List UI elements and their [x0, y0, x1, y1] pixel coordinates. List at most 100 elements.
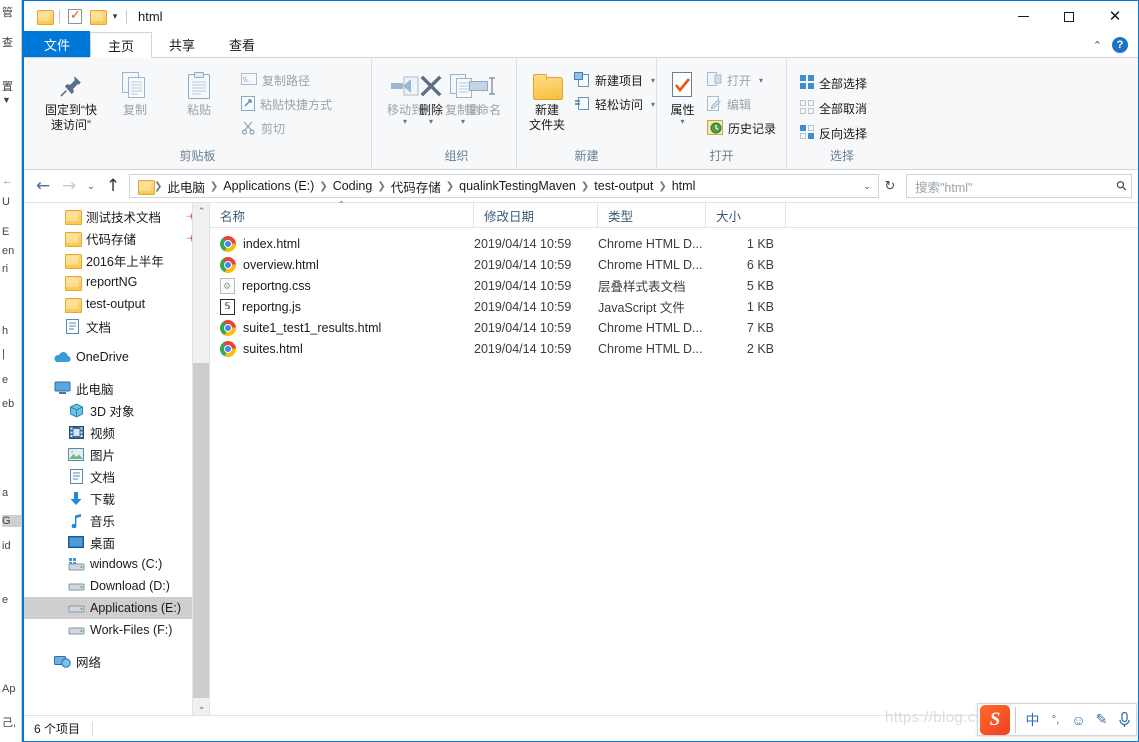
- sogou-ime-logo-icon[interactable]: S: [980, 704, 1010, 735]
- sidebar-item-drive-c[interactable]: windows (C:): [24, 553, 209, 575]
- breadcrumb-item-3[interactable]: 代码存储: [387, 177, 445, 196]
- column-header-size[interactable]: 大小: [706, 202, 786, 228]
- table-row[interactable]: suites.html 2019/04/14 10:59 Chrome HTML…: [210, 338, 1138, 359]
- sidebar-item-this-pc[interactable]: 此电脑: [24, 377, 209, 399]
- scrollbar-thumb[interactable]: [193, 363, 209, 715]
- column-header-date[interactable]: 修改日期: [474, 202, 598, 228]
- sidebar-item-onedrive[interactable]: OneDrive: [24, 346, 209, 368]
- sidebar-item-drive-d[interactable]: Download (D:): [24, 575, 209, 597]
- breadcrumb-item-1[interactable]: Applications (E:): [219, 179, 318, 193]
- ime-handwriting-icon[interactable]: ✎: [1090, 707, 1113, 733]
- address-chevron-down-icon[interactable]: ⌄: [858, 181, 876, 192]
- column-header-name[interactable]: ⌃ 名称: [210, 200, 474, 228]
- history-button[interactable]: 历史记录: [704, 118, 779, 139]
- scroll-down-arrow-icon[interactable]: ⌄: [193, 698, 209, 715]
- sidebar-item-drive-f[interactable]: Work-Files (F:): [24, 619, 209, 641]
- ime-chinese-mode-button[interactable]: 中: [1021, 707, 1044, 733]
- qat-folder-icon[interactable]: [33, 6, 55, 28]
- search-input[interactable]: 搜索"html": [915, 177, 1117, 196]
- invert-selection-button[interactable]: 反向选择: [797, 123, 870, 144]
- sidebar-item-videos[interactable]: 视频: [24, 421, 209, 443]
- cut-button[interactable]: 剪切: [238, 118, 335, 139]
- breadcrumb-sep-6[interactable]: ❯: [657, 181, 667, 192]
- sidebar-item-music[interactable]: 音乐: [24, 509, 209, 531]
- sidebar-item-network[interactable]: 网络: [24, 650, 209, 672]
- ime-voice-icon[interactable]: [1113, 707, 1136, 733]
- tab-view[interactable]: 查看: [212, 31, 272, 57]
- sidebar-item-3d-objects[interactable]: 3D 对象: [24, 399, 209, 421]
- forward-button[interactable]: →: [56, 173, 82, 199]
- scroll-up-arrow-icon[interactable]: ⌃: [193, 203, 209, 220]
- breadcrumb-sep-5[interactable]: ❯: [580, 181, 590, 192]
- easy-access-chevron-down-icon[interactable]: ▾: [651, 101, 655, 109]
- copy-path-button[interactable]: \\.. 复制路径: [238, 70, 335, 91]
- sidebar-item-desktop[interactable]: 桌面: [24, 531, 209, 553]
- tab-share[interactable]: 共享: [152, 31, 212, 57]
- sidebar-item-code-storage[interactable]: 代码存储 📌: [24, 227, 209, 249]
- minimize-button[interactable]: [1000, 1, 1046, 32]
- navigation-scrollbar[interactable]: ⌃ ⌄: [192, 203, 209, 715]
- sidebar-item-reportng[interactable]: reportNG: [24, 271, 209, 293]
- sidebar-item-test-docs[interactable]: 测试技术文档 📌: [24, 205, 209, 227]
- ime-toolbar[interactable]: S 中 °, ☺ ✎: [977, 703, 1137, 736]
- up-button[interactable]: ↑: [100, 173, 126, 199]
- sidebar-item-pictures[interactable]: 图片: [24, 443, 209, 465]
- open-button[interactable]: 打开 ▾: [704, 70, 779, 91]
- new-item-button[interactable]: 新建项目 ▾: [571, 70, 658, 91]
- sidebar-item-downloads[interactable]: 下载: [24, 487, 209, 509]
- tab-file[interactable]: 文件: [24, 31, 91, 57]
- table-row[interactable]: 𝕊 reportng.js 2019/04/14 10:59 JavaScrip…: [210, 296, 1138, 317]
- delete-chevron-down-icon[interactable]: ▾: [429, 118, 433, 126]
- recent-locations-chevron-down-icon[interactable]: ⌄: [82, 173, 100, 199]
- breadcrumb-item-6[interactable]: html: [668, 179, 700, 193]
- quick-access-toolbar[interactable]: ▾: [24, 6, 131, 28]
- properties-button[interactable]: 属性 ▾: [665, 65, 700, 126]
- edit-button[interactable]: 编辑: [704, 94, 779, 115]
- select-all-button[interactable]: 全部选择: [797, 73, 870, 94]
- refresh-icon[interactable]: ↻: [879, 174, 901, 198]
- copy-button[interactable]: 复制: [106, 65, 164, 118]
- help-icon[interactable]: ?: [1112, 37, 1128, 53]
- table-row[interactable]: reportng.css 2019/04/14 10:59 层叠样式表文档 5 …: [210, 275, 1138, 296]
- breadcrumb-item-5[interactable]: test-output: [590, 179, 657, 193]
- sidebar-item-documents[interactable]: 文档: [24, 465, 209, 487]
- rename-button[interactable]: 重命名: [457, 65, 509, 118]
- new-folder-button[interactable]: 新建 文件夹: [529, 65, 565, 133]
- sidebar-item-documents-qa[interactable]: 文档: [24, 315, 209, 337]
- breadcrumb-sep-1[interactable]: ❯: [209, 181, 219, 192]
- background-window[interactable]: 管 查 置 ▼ ← U E en ri h | e eb a G id e Ap…: [0, 0, 22, 742]
- breadcrumb-item-4[interactable]: qualinkTestingMaven: [455, 179, 580, 193]
- breadcrumb-folder-icon[interactable]: [138, 179, 155, 195]
- qat-new-folder-icon[interactable]: [86, 6, 108, 28]
- qat-properties-icon[interactable]: [64, 6, 86, 28]
- ime-punctuation-button[interactable]: °,: [1044, 707, 1067, 733]
- breadcrumb-sep-2[interactable]: ❯: [318, 181, 328, 192]
- paste-button[interactable]: 粘贴: [170, 65, 228, 118]
- table-row[interactable]: suite1_test1_results.html 2019/04/14 10:…: [210, 317, 1138, 338]
- pin-to-quick-access-button[interactable]: 固定到“快 速访问”: [42, 65, 100, 133]
- open-chevron-down-icon[interactable]: ▾: [759, 77, 763, 85]
- sidebar-item-2016-first-half[interactable]: 2016年上半年: [24, 249, 209, 271]
- back-button[interactable]: ←: [30, 173, 56, 199]
- breadcrumb-sep-4[interactable]: ❯: [445, 181, 455, 192]
- paste-shortcut-button[interactable]: 粘贴快捷方式: [238, 94, 335, 115]
- breadcrumb-item-0[interactable]: 此电脑: [163, 177, 209, 196]
- breadcrumb-sep-3[interactable]: ❯: [376, 181, 386, 192]
- select-none-button[interactable]: 全部取消: [797, 98, 870, 119]
- new-item-chevron-down-icon[interactable]: ▾: [651, 77, 655, 85]
- delete-button[interactable]: 删除 ▾: [405, 65, 457, 126]
- address-bar[interactable]: ❯ 此电脑 ❯ Applications (E:) ❯ Coding ❯ 代码存…: [129, 174, 879, 198]
- maximize-button[interactable]: [1046, 1, 1092, 32]
- table-row[interactable]: overview.html 2019/04/14 10:59 Chrome HT…: [210, 254, 1138, 275]
- easy-access-button[interactable]: 轻松访问 ▾: [571, 94, 658, 115]
- sidebar-item-drive-e[interactable]: Applications (E:): [24, 597, 209, 619]
- tab-home[interactable]: 主页: [90, 32, 153, 58]
- search-box[interactable]: 搜索"html" ⚲: [906, 174, 1132, 198]
- properties-chevron-down-icon[interactable]: ▾: [680, 118, 684, 126]
- close-button[interactable]: ✕: [1092, 1, 1138, 32]
- collapse-ribbon-chevron-up-icon[interactable]: ⌃: [1093, 39, 1102, 52]
- sidebar-item-test-output[interactable]: test-output: [24, 293, 209, 315]
- ime-emoji-icon[interactable]: ☺: [1067, 707, 1090, 733]
- breadcrumb-item-2[interactable]: Coding: [329, 179, 377, 193]
- qat-customize-chevron-down-icon[interactable]: ▾: [108, 6, 122, 28]
